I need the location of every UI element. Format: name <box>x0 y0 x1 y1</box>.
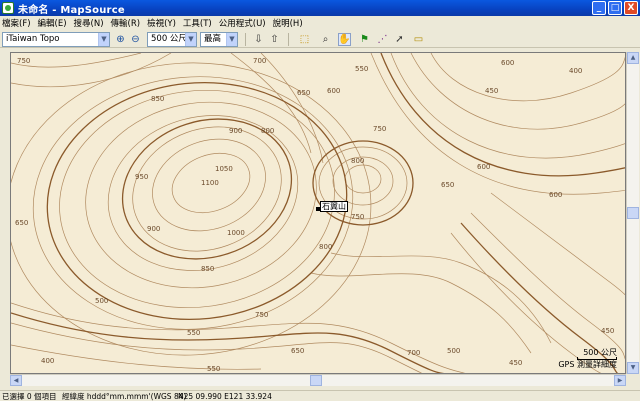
contour-label: 750 <box>351 213 364 221</box>
contour-label: 700 <box>253 57 266 65</box>
zoom-scale-select[interactable]: 500 公尺 ▼ <box>147 32 197 47</box>
toolbar-separator <box>245 33 246 46</box>
hand-icon[interactable]: ✋ <box>338 33 351 46</box>
chevron-down-icon: ▼ <box>98 33 109 46</box>
contour-label: 1000 <box>227 229 245 237</box>
contour-label: 450 <box>485 87 498 95</box>
toolbar: iTaiwan Topo ▼ ⊕ ⊖ 500 公尺 ▼ 最高 ▼ ⇩ ⇧ ⬚ ⌕… <box>0 30 640 48</box>
contour-label: 750 <box>255 311 268 319</box>
contour-label: 600 <box>501 59 514 67</box>
status-bar: 已選擇 0 個項目 經緯度 hddd°mm.mmm'(WGS 84) N25 0… <box>0 390 640 401</box>
menu-transfer[interactable]: 傳輸(R) <box>111 17 141 29</box>
menu-utilities[interactable]: 公用程式(U) <box>219 17 266 29</box>
contour-label: 800 <box>351 157 364 165</box>
menu-help[interactable]: 說明(H) <box>273 17 303 29</box>
menu-view[interactable]: 檢視(Y) <box>147 17 176 29</box>
scroll-up-button[interactable]: ▲ <box>627 52 639 64</box>
detail-level-value: 最高 <box>204 34 222 44</box>
send-to-device-icon[interactable]: ⇧ <box>268 33 281 46</box>
window-title: 未命名 - MapSource <box>18 4 125 16</box>
map-left-margin <box>0 52 10 374</box>
menu-file[interactable]: 檔案(F) <box>2 17 31 29</box>
horizontal-scrollbar[interactable]: ◀ ▶ <box>10 374 626 386</box>
contour-label: 850 <box>151 95 164 103</box>
toolbar-separator <box>288 33 289 46</box>
contour-label: 1100 <box>201 179 219 187</box>
menu-edit[interactable]: 編輯(E) <box>38 17 67 29</box>
map-product-value: iTaiwan Topo <box>6 34 60 44</box>
contour-label: 600 <box>549 191 562 199</box>
contour-label: 550 <box>207 365 220 373</box>
contour-label: 700 <box>407 349 420 357</box>
topo-contours: 750 700 550 600 400 450 850 900 800 650 … <box>11 53 625 373</box>
contour-label: 750 <box>373 125 386 133</box>
detail-level-select[interactable]: 最高 ▼ <box>200 32 238 47</box>
chevron-down-icon: ▼ <box>226 33 237 46</box>
contour-label: 400 <box>41 357 54 365</box>
contour-label: 650 <box>291 347 304 355</box>
vertical-scroll-thumb[interactable] <box>627 207 639 219</box>
minimize-button[interactable]: _ <box>592 1 606 15</box>
close-button[interactable]: X <box>624 1 638 15</box>
contour-label: 900 <box>147 225 160 233</box>
scroll-down-button[interactable]: ▼ <box>627 362 639 374</box>
select-icon[interactable]: ⬚ <box>298 33 311 46</box>
menu-tools[interactable]: 工具(T) <box>183 17 212 29</box>
contour-label: 600 <box>327 87 340 95</box>
contour-label: 900 <box>229 127 242 135</box>
zoom-scale-value: 500 公尺 <box>151 34 187 44</box>
contour-label: 500 <box>95 297 108 305</box>
contour-label: 850 <box>201 265 214 273</box>
contour-label: 750 <box>17 57 30 65</box>
zoom-out-icon[interactable]: ⊖ <box>129 33 142 46</box>
menu-find[interactable]: 搜尋(N) <box>74 17 104 29</box>
waypoint-flag-icon[interactable]: ⚑ <box>358 33 371 46</box>
pointer-icon[interactable]: ➚ <box>393 33 406 46</box>
scroll-right-button[interactable]: ▶ <box>614 375 626 386</box>
scroll-left-button[interactable]: ◀ <box>10 375 22 386</box>
zoom-in-icon[interactable]: ⊕ <box>114 33 127 46</box>
contour-label: 500 <box>447 347 460 355</box>
maximize-button[interactable]: □ <box>608 1 622 15</box>
chevron-down-icon: ▼ <box>185 33 196 46</box>
route-icon[interactable]: ⋰ <box>376 33 389 46</box>
selection-status: 已選擇 0 個項目 <box>2 392 57 401</box>
waypoint-label: 石翼山 <box>320 201 348 212</box>
contour-label: 800 <box>261 127 274 135</box>
scale-text: 500 公尺 <box>583 348 617 357</box>
contour-label: 550 <box>187 329 200 337</box>
map-area: 750 700 550 600 400 450 850 900 800 650 … <box>0 48 640 390</box>
map-product-select[interactable]: iTaiwan Topo ▼ <box>2 32 110 47</box>
horizontal-scroll-thumb[interactable] <box>310 375 322 386</box>
contour-label: 1050 <box>215 165 233 173</box>
title-bar: 未命名 - MapSource _ □ X <box>0 0 640 16</box>
map-scale: 500 公尺 GPS 測量詳細度 <box>558 348 617 369</box>
contour-label: 650 <box>15 219 28 227</box>
contour-label: 950 <box>135 173 148 181</box>
vertical-scrollbar[interactable]: ▲ ▼ <box>626 52 639 374</box>
contour-label: 600 <box>477 163 490 171</box>
contour-label: 650 <box>297 89 310 97</box>
cursor-coordinates: N25 09.990 E121 33.924 <box>178 392 272 401</box>
contour-label: 450 <box>601 327 614 335</box>
map-canvas[interactable]: 750 700 550 600 400 450 850 900 800 650 … <box>10 52 626 374</box>
contour-label: 450 <box>509 359 522 367</box>
app-icon <box>2 2 14 14</box>
measure-icon[interactable]: ▭ <box>412 33 425 46</box>
coordinate-format: 經緯度 hddd°mm.mmm'(WGS 84) <box>62 392 187 401</box>
receive-from-device-icon[interactable]: ⇩ <box>252 33 265 46</box>
menu-bar: 檔案(F) 編輯(E) 搜尋(N) 傳輸(R) 檢視(Y) 工具(T) 公用程式… <box>0 16 640 30</box>
contour-label: 800 <box>319 243 332 251</box>
scale-note: GPS 測量詳細度 <box>558 360 617 369</box>
contour-label: 400 <box>569 67 582 75</box>
contour-label: 650 <box>441 181 454 189</box>
contour-label: 550 <box>355 65 368 73</box>
zoom-tool-icon[interactable]: ⌕ <box>319 33 332 46</box>
